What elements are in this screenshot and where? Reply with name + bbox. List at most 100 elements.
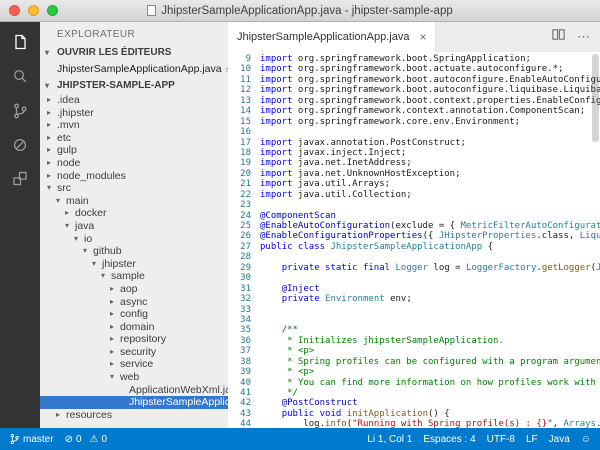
chevron-down-icon: ▾ <box>45 48 54 57</box>
code-line-9[interactable]: 9import org.springframework.boot.SpringA… <box>228 54 600 64</box>
zoom-window-button[interactable] <box>47 5 58 16</box>
code-line-42[interactable]: 42 @PostConstruct <box>228 398 600 408</box>
extensions-icon[interactable] <box>0 162 40 196</box>
tree-item-.idea[interactable]: ▸.idea <box>40 94 228 107</box>
editor-scrollbar[interactable] <box>592 54 599 142</box>
tree-item-aop[interactable]: ▸aop <box>40 283 228 296</box>
code-line-35[interactable]: 35 /** <box>228 325 600 335</box>
git-branch-indicator[interactable]: master <box>9 433 54 445</box>
code-line-43[interactable]: 43 public void initApplication() { <box>228 409 600 419</box>
code-line-40[interactable]: 40 * You can find more information on ho… <box>228 378 600 388</box>
search-icon[interactable] <box>0 60 40 94</box>
vscode-window: JhipsterSampleApplicationApp.java - jhip… <box>0 0 600 450</box>
tree-item-.mvn[interactable]: ▸.mvn <box>40 119 228 132</box>
line-number: 10 <box>228 64 260 74</box>
code-line-28[interactable]: 28 <box>228 252 600 262</box>
tree-item-node[interactable]: ▸node <box>40 157 228 170</box>
debug-icon[interactable] <box>0 128 40 162</box>
tree-item-config[interactable]: ▸config <box>40 308 228 321</box>
split-editor-icon[interactable] <box>551 27 566 47</box>
encoding-setting[interactable]: UTF-8 <box>487 434 515 445</box>
code-area[interactable]: 9import org.springframework.boot.SpringA… <box>228 52 600 428</box>
code-line-39[interactable]: 39 * <p> <box>228 367 600 377</box>
minimize-window-button[interactable] <box>28 5 39 16</box>
tree-item-io[interactable]: ▾io <box>40 233 228 246</box>
code-line-15[interactable]: 15import org.springframework.core.env.En… <box>228 117 600 127</box>
tree-item-.jhipster[interactable]: ▸.jhipster <box>40 107 228 120</box>
tree-item-label: ApplicationWebXml.java <box>129 384 228 397</box>
code-line-11[interactable]: 11import org.springframework.boot.autoco… <box>228 75 600 85</box>
code-line-36[interactable]: 36 * Initializes jhipsterSampleApplicati… <box>228 336 600 346</box>
code-line-12[interactable]: 12import org.springframework.boot.autoco… <box>228 85 600 95</box>
tree-item-applicationwebxml.java[interactable]: ApplicationWebXml.java <box>40 384 228 397</box>
code-line-37[interactable]: 37 * <p> <box>228 346 600 356</box>
code-line-32[interactable]: 32 private Environment env; <box>228 294 600 304</box>
code-line-18[interactable]: 18import javax.inject.Inject; <box>228 148 600 158</box>
tree-item-resources[interactable]: ▸resources <box>40 409 228 422</box>
code-line-44[interactable]: 44 log.info("Running with Spring profile… <box>228 419 600 428</box>
code-line-30[interactable]: 30 <box>228 273 600 283</box>
code-line-25[interactable]: 25@EnableAutoConfiguration(exclude = { M… <box>228 221 600 231</box>
tree-item-web[interactable]: ▾web <box>40 371 228 384</box>
tree-item-sample[interactable]: ▾sample <box>40 270 228 283</box>
tree-item-java[interactable]: ▾java <box>40 220 228 233</box>
tree-item-node_modules[interactable]: ▸node_modules <box>40 170 228 183</box>
code-line-34[interactable]: 34 <box>228 315 600 325</box>
code-line-20[interactable]: 20import java.net.UnknownHostException; <box>228 169 600 179</box>
errors-indicator[interactable]: ⊘ 0 ⚠ 0 <box>65 434 107 445</box>
explorer-icon[interactable] <box>0 26 40 60</box>
tree-item-src[interactable]: ▾src <box>40 182 228 195</box>
code-line-33[interactable]: 33 <box>228 305 600 315</box>
code-line-24[interactable]: 24@ComponentScan <box>228 211 600 221</box>
tree-item-jhipstersampleapplication[interactable]: JhipsterSampleApplication <box>40 396 228 409</box>
source-control-icon[interactable] <box>0 94 40 128</box>
tab-jhipster-sample-application-app[interactable]: JhipsterSampleApplicationApp.java × <box>228 22 436 52</box>
code-line-19[interactable]: 19import java.net.InetAddress; <box>228 158 600 168</box>
line-text: import javax.inject.Inject; <box>260 148 600 158</box>
code-line-29[interactable]: 29 private static final Logger log = Log… <box>228 263 600 273</box>
code-line-31[interactable]: 31 @Inject <box>228 284 600 294</box>
open-editors-section-header[interactable]: ▾ OUVRIR LES ÉDITEURS <box>40 44 228 61</box>
tree-item-service[interactable]: ▸service <box>40 358 228 371</box>
open-editor-item[interactable]: JhipsterSampleApplicationApp.java src/m.… <box>40 61 228 77</box>
tree-item-security[interactable]: ▸security <box>40 346 228 359</box>
chevron-down-icon: ▾ <box>47 182 57 195</box>
tree-item-repository[interactable]: ▸repository <box>40 333 228 346</box>
line-text: import org.springframework.boot.autoconf… <box>260 75 600 85</box>
language-mode[interactable]: Java <box>549 434 570 445</box>
more-actions-icon[interactable]: ⋯ <box>577 29 590 45</box>
code-line-38[interactable]: 38 * Spring profiles can be configured w… <box>228 357 600 367</box>
tree-item-label: domain <box>120 321 154 334</box>
tree-item-etc[interactable]: ▸etc <box>40 132 228 145</box>
tree-item-docker[interactable]: ▸docker <box>40 207 228 220</box>
tree-item-gulp[interactable]: ▸gulp <box>40 144 228 157</box>
tree-item-github[interactable]: ▾github <box>40 245 228 258</box>
code-line-16[interactable]: 16 <box>228 127 600 137</box>
feedback-smiley-icon[interactable]: ☺ <box>581 434 591 445</box>
cursor-position[interactable]: Li 1, Col 1 <box>367 434 412 445</box>
line-number: 32 <box>228 294 260 304</box>
line-number: 12 <box>228 85 260 95</box>
code-line-14[interactable]: 14import org.springframework.context.ann… <box>228 106 600 116</box>
tree-item-async[interactable]: ▸async <box>40 296 228 309</box>
close-icon[interactable]: × <box>419 31 426 43</box>
editor-actions: ⋯ <box>551 22 600 52</box>
code-line-23[interactable]: 23 <box>228 200 600 210</box>
code-line-10[interactable]: 10import org.springframework.boot.actuat… <box>228 64 600 74</box>
code-line-22[interactable]: 22import java.util.Collection; <box>228 190 600 200</box>
tree-item-jhipster[interactable]: ▾jhipster <box>40 258 228 271</box>
code-line-21[interactable]: 21import java.util.Arrays; <box>228 179 600 189</box>
close-window-button[interactable] <box>9 5 20 16</box>
tree-item-label: async <box>120 296 147 309</box>
chevron-right-icon: ▸ <box>56 409 66 422</box>
indentation-setting[interactable]: Espaces : 4 <box>423 434 475 445</box>
eol-setting[interactable]: LF <box>526 434 538 445</box>
code-line-26[interactable]: 26@EnableConfigurationProperties({ JHips… <box>228 231 600 241</box>
code-line-27[interactable]: 27public class JhipsterSampleApplication… <box>228 242 600 252</box>
tree-item-main[interactable]: ▾main <box>40 195 228 208</box>
tree-item-domain[interactable]: ▸domain <box>40 321 228 334</box>
project-section-header[interactable]: ▾ JHIPSTER-SAMPLE-APP <box>40 77 228 94</box>
code-line-13[interactable]: 13import org.springframework.boot.contex… <box>228 96 600 106</box>
code-line-41[interactable]: 41 */ <box>228 388 600 398</box>
code-line-17[interactable]: 17import javax.annotation.PostConstruct; <box>228 138 600 148</box>
